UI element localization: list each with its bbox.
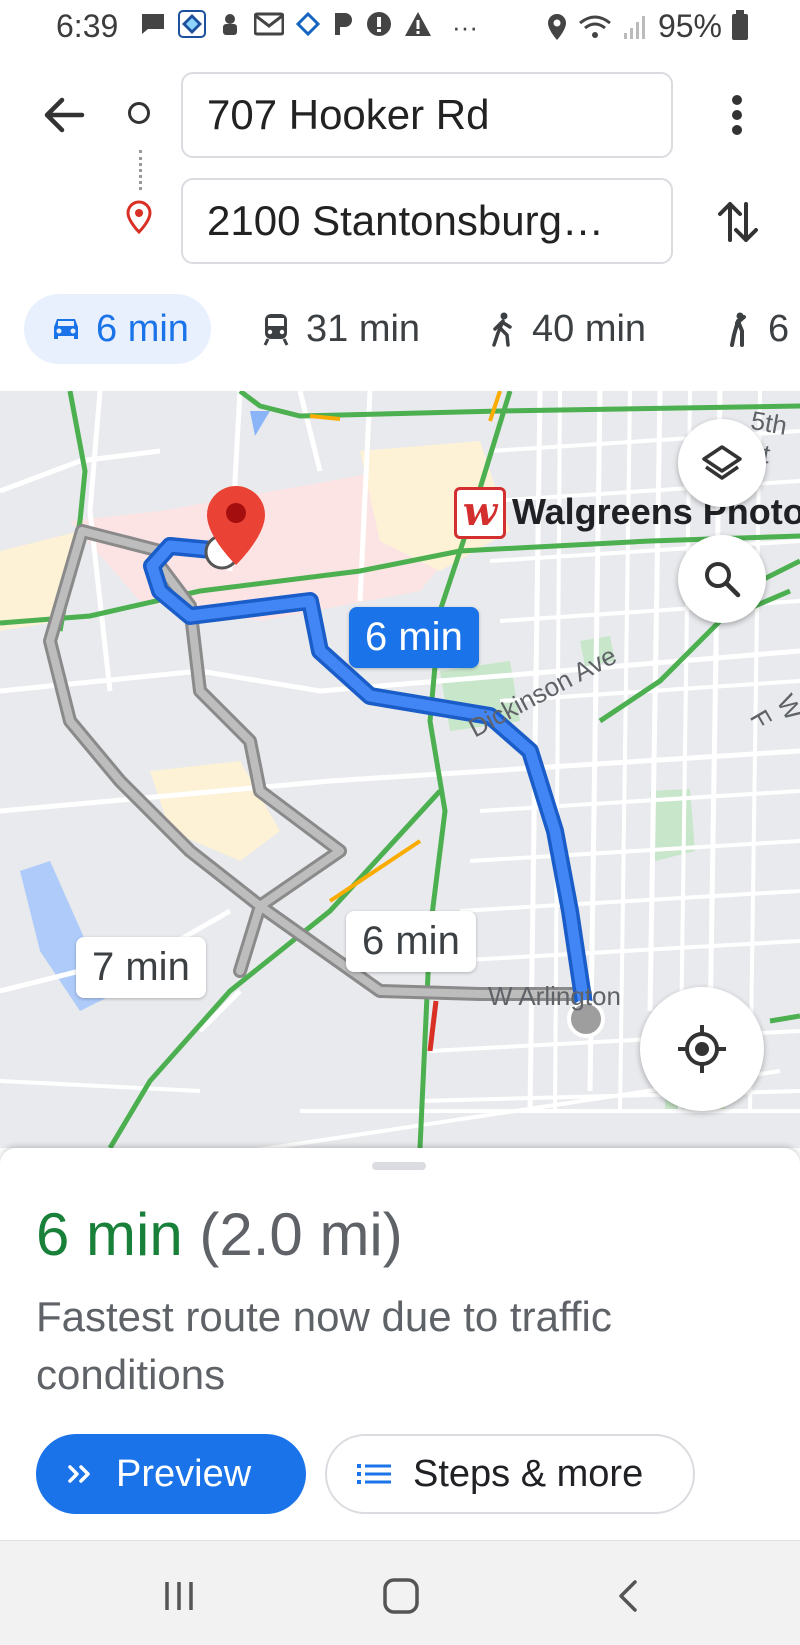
app-icon (178, 10, 206, 38)
route-dots (139, 150, 146, 190)
system-nav-bar (0, 1540, 800, 1645)
home-icon (383, 1578, 419, 1614)
tab-rideshare[interactable]: 6 (720, 294, 789, 364)
train-icon (263, 314, 289, 346)
origin-dot-icon (128, 102, 150, 124)
double-chevron-icon (68, 1465, 90, 1483)
home-button[interactable] (376, 1571, 426, 1621)
origin-input[interactable]: 707 Hooker Rd (181, 72, 673, 158)
diamond-icon (296, 12, 320, 36)
parking-icon (335, 13, 352, 35)
battery-percent: 95% (657, 8, 722, 44)
swap-icon[interactable] (714, 196, 762, 248)
tab-rideshare-time: 6 (768, 307, 790, 350)
gmail-icon (254, 12, 284, 36)
list-icon (357, 1464, 391, 1484)
route-summary-sheet[interactable]: 6 min (2.0 mi) Fastest route now due to … (0, 1148, 800, 1540)
directions-header: 707 Hooker Rd 2100 Stantonsburg… (0, 52, 800, 292)
steps-more-label: Steps & more (413, 1452, 644, 1495)
walgreens-label[interactable]: Walgreens Photo (512, 491, 800, 533)
route-duration: 6 min (36, 1201, 183, 1268)
primary-route-time[interactable]: 6 min (349, 607, 479, 668)
tab-drive[interactable]: 6 min (24, 294, 211, 364)
tab-drive-time: 6 min (96, 307, 189, 350)
tab-walk[interactable]: 40 min (484, 294, 646, 364)
rideshare-icon (730, 312, 746, 347)
warning-icon (405, 12, 431, 36)
steps-more-button[interactable]: Steps & more (325, 1434, 695, 1514)
travel-mode-tabs: 6 min 31 min 40 min 6 (0, 290, 800, 386)
notification-icons: ··· (140, 10, 478, 42)
map-view[interactable]: 6 min 6 min 7 min w Walgreens Photo 5th … (0, 391, 800, 1148)
message-icon (142, 14, 164, 34)
status-bar: 6:39 ··· 95% (0, 0, 800, 52)
preview-button[interactable]: Preview (36, 1434, 306, 1514)
back-chevron-icon (619, 1580, 637, 1612)
more-options-icon[interactable] (722, 90, 752, 140)
destination-input[interactable]: 2100 Stantonsburg… (181, 178, 673, 264)
layers-icon (702, 445, 742, 480)
alt-route-time-1[interactable]: 6 min (346, 911, 476, 972)
tab-transit-time: 31 min (306, 307, 421, 350)
wifi-icon (579, 15, 611, 38)
alt-route-time-2[interactable]: 7 min (76, 937, 206, 998)
sheet-drag-handle[interactable] (372, 1162, 426, 1170)
route-note: Fastest route now due to traffic conditi… (36, 1293, 612, 1398)
my-location-button[interactable] (640, 987, 764, 1111)
route-summary: 6 min (2.0 mi) (36, 1200, 403, 1269)
battery-icon (732, 9, 748, 40)
more-notifications: ··· (452, 12, 478, 42)
tab-transit[interactable]: 31 min (258, 294, 420, 364)
status-time: 6:39 (56, 8, 119, 44)
back-arrow-icon[interactable] (38, 90, 88, 140)
route-distance: (2.0 mi) (199, 1201, 403, 1268)
status-right: 95% (546, 8, 748, 45)
preview-label: Preview (116, 1452, 252, 1495)
tab-walk-time: 40 min (532, 307, 647, 350)
back-button[interactable] (604, 1571, 654, 1621)
destination-pin-icon (126, 200, 152, 234)
car-icon (54, 319, 78, 339)
recent-apps-icon (165, 1582, 193, 1610)
bot-icon (223, 14, 237, 35)
location-icon (547, 13, 566, 40)
crosshair-icon (678, 1025, 726, 1073)
alert-icon (367, 12, 391, 36)
street-label-arlington: W Arlington (488, 981, 621, 1011)
search-icon (705, 562, 741, 598)
walk-icon (492, 312, 512, 347)
search-along-route-button[interactable] (678, 535, 766, 623)
walgreens-logo-icon[interactable]: w (454, 487, 506, 539)
layers-button[interactable] (678, 419, 766, 507)
signal-icon (623, 15, 645, 39)
recent-apps-button[interactable] (154, 1571, 204, 1621)
